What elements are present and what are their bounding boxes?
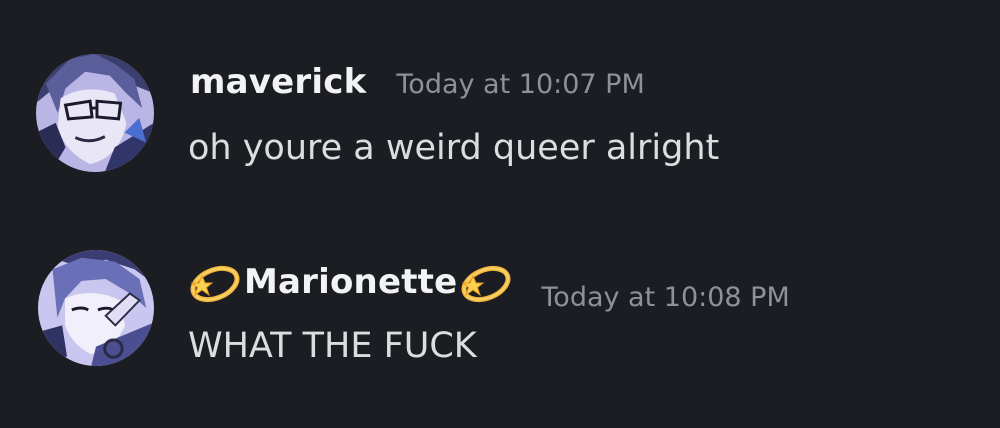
message-item: Marionette Today at 10:08 PM WHAT THE FU…: [0, 250, 1000, 390]
message-content: oh youre a weird queer alright: [188, 128, 720, 168]
dizzy-emoji-icon: [188, 258, 242, 306]
message-item: maverick Today at 10:07 PM oh youre a we…: [0, 50, 1000, 190]
message-timestamp[interactable]: Today at 10:07 PM: [396, 69, 644, 100]
author-name[interactable]: Marionette: [188, 258, 513, 306]
user-avatar[interactable]: [36, 54, 154, 172]
message-header: maverick Today at 10:07 PM: [188, 62, 645, 112]
chat-message-list: maverick Today at 10:07 PM oh youre a we…: [0, 0, 1000, 428]
message-timestamp[interactable]: Today at 10:08 PM: [541, 282, 789, 313]
user-avatar[interactable]: [38, 250, 154, 366]
dizzy-emoji-icon: [459, 258, 513, 306]
author-name[interactable]: maverick: [188, 62, 368, 102]
message-header: Marionette Today at 10:08 PM: [188, 258, 790, 313]
message-content: WHAT THE FUCK: [188, 326, 477, 366]
anime-character-blue-hair-avatar: [38, 250, 154, 366]
anime-character-with-glasses-avatar: [36, 54, 154, 172]
